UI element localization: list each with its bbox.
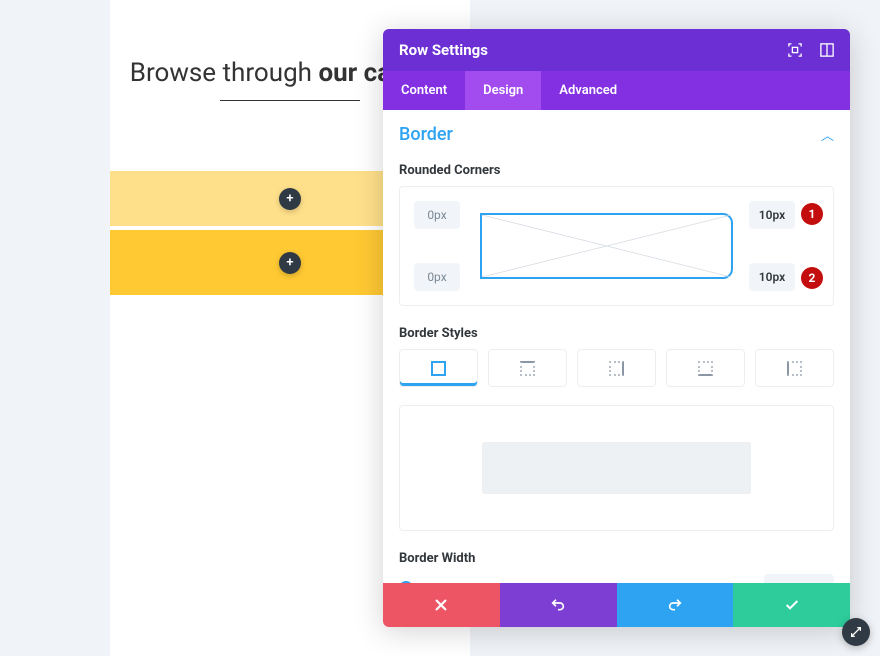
chevron-up-icon[interactable]: ︿ (821, 125, 834, 144)
label-rounded-corners: Rounded Corners (399, 163, 834, 178)
corner-preview[interactable] (480, 213, 733, 279)
expand-icon[interactable] (788, 43, 802, 57)
callout-badge-1: 1 (801, 203, 823, 225)
border-style-row (399, 349, 834, 387)
redo-button[interactable] (617, 583, 734, 627)
tab-content[interactable]: Content (383, 71, 465, 110)
title-underline (220, 100, 360, 101)
border-width-row: 0px (399, 574, 834, 583)
border-width-slider[interactable] (399, 578, 744, 583)
border-preview (399, 405, 834, 531)
rounded-corners-editor: 0px 10px 0px 10px 1 2 (399, 186, 834, 306)
border-style-all[interactable] (399, 349, 478, 387)
add-module-button[interactable]: + (279, 252, 301, 274)
cancel-button[interactable] (383, 583, 500, 627)
section-title: Border (399, 124, 453, 145)
panel-footer (383, 583, 850, 627)
corner-bottom-left[interactable]: 0px (414, 263, 460, 291)
undo-button[interactable] (500, 583, 617, 627)
border-width-value[interactable]: 0px (764, 574, 834, 583)
tabs: Content Design Advanced (383, 71, 850, 110)
label-border-width: Border Width (399, 551, 834, 566)
title-plain: Browse through (130, 58, 319, 88)
snap-icon[interactable] (820, 43, 834, 57)
corner-top-right[interactable]: 10px (749, 201, 795, 229)
resize-handle[interactable] (842, 618, 870, 646)
border-style-left[interactable] (755, 349, 834, 387)
corner-bottom-right[interactable]: 10px (749, 263, 795, 291)
border-style-right[interactable] (577, 349, 656, 387)
corner-top-left[interactable]: 0px (414, 201, 460, 229)
tab-advanced[interactable]: Advanced (541, 71, 635, 110)
save-button[interactable] (733, 583, 850, 627)
preview-inner (482, 442, 750, 494)
callout-badge-2: 2 (801, 267, 823, 289)
tab-design[interactable]: Design (465, 71, 541, 110)
border-style-top[interactable] (488, 349, 567, 387)
panel-body: Border ︿ Rounded Corners 0px 10px 0px 10… (383, 110, 850, 583)
border-style-bottom[interactable] (666, 349, 745, 387)
panel-title: Row Settings (399, 41, 488, 59)
panel-header[interactable]: Row Settings (383, 29, 850, 71)
add-module-button[interactable]: + (279, 188, 301, 210)
section-header[interactable]: Border ︿ (399, 110, 834, 155)
row-settings-panel: Row Settings Content Design Advanced Bor… (383, 29, 850, 627)
label-border-styles: Border Styles (399, 326, 834, 341)
